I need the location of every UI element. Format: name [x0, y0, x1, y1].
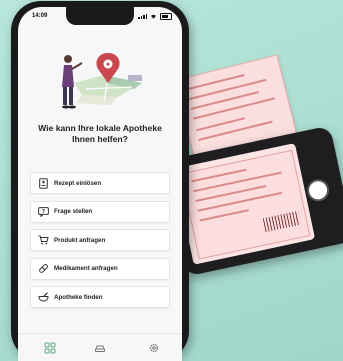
prescription-scan	[180, 149, 311, 260]
scanning-phone-screen	[173, 143, 316, 265]
camera-lens-icon	[305, 177, 332, 204]
menu-item-medikament-anfragen[interactable]: Medikament anfragen	[30, 257, 170, 280]
action-menu: Rezept einlösen ? Frage stellen Produkt …	[30, 172, 170, 315]
battery-icon	[160, 13, 172, 20]
status-bar: 14:09	[18, 13, 182, 25]
pharmacist-map-illustration	[62, 53, 142, 109]
pill-icon	[37, 263, 49, 275]
title-line-2: Ihnen helfen?	[72, 134, 128, 144]
question-icon: ?	[37, 206, 49, 218]
home-grid-icon[interactable]	[44, 342, 56, 354]
menu-item-apotheke-finden[interactable]: Apotheke finden	[30, 286, 170, 308]
menu-item-label: Medikament anfragen	[54, 265, 118, 272]
phone-frame: 14:09 Wie kann Ihre lokale Apotheke Ihne…	[11, 1, 189, 361]
menu-item-label: Frage stellen	[54, 208, 93, 215]
car-icon[interactable]	[94, 342, 106, 354]
barcode	[262, 210, 301, 233]
menu-item-frage-stellen[interactable]: ? Frage stellen	[30, 200, 170, 223]
menu-item-label: Produkt anfragen	[54, 236, 106, 244]
signal-icon	[138, 14, 147, 19]
status-time: 14:09	[32, 13, 48, 19]
cart-icon	[37, 234, 49, 246]
menu-item-label: Apotheke finden	[54, 293, 103, 301]
mortar-icon	[37, 291, 49, 303]
menu-item-produkt-anfragen[interactable]: Produkt anfragen	[30, 229, 170, 251]
wifi-icon	[151, 14, 156, 19]
menu-item-label: Rezept einlösen	[54, 179, 102, 187]
settings-icon[interactable]	[148, 342, 160, 354]
app-screen: 14:09 Wie kann Ihre lokale Apotheke Ihne…	[18, 7, 182, 361]
bottom-tab-bar	[18, 333, 182, 361]
page-title: Wie kann Ihre lokale Apotheke Ihnen helf…	[18, 123, 182, 145]
svg-text:?: ?	[41, 209, 44, 215]
prescription-icon	[37, 177, 49, 189]
title-line-1: Wie kann Ihre lokale Apotheke	[38, 123, 162, 133]
menu-item-rezept-einloesen[interactable]: Rezept einlösen	[30, 172, 170, 194]
